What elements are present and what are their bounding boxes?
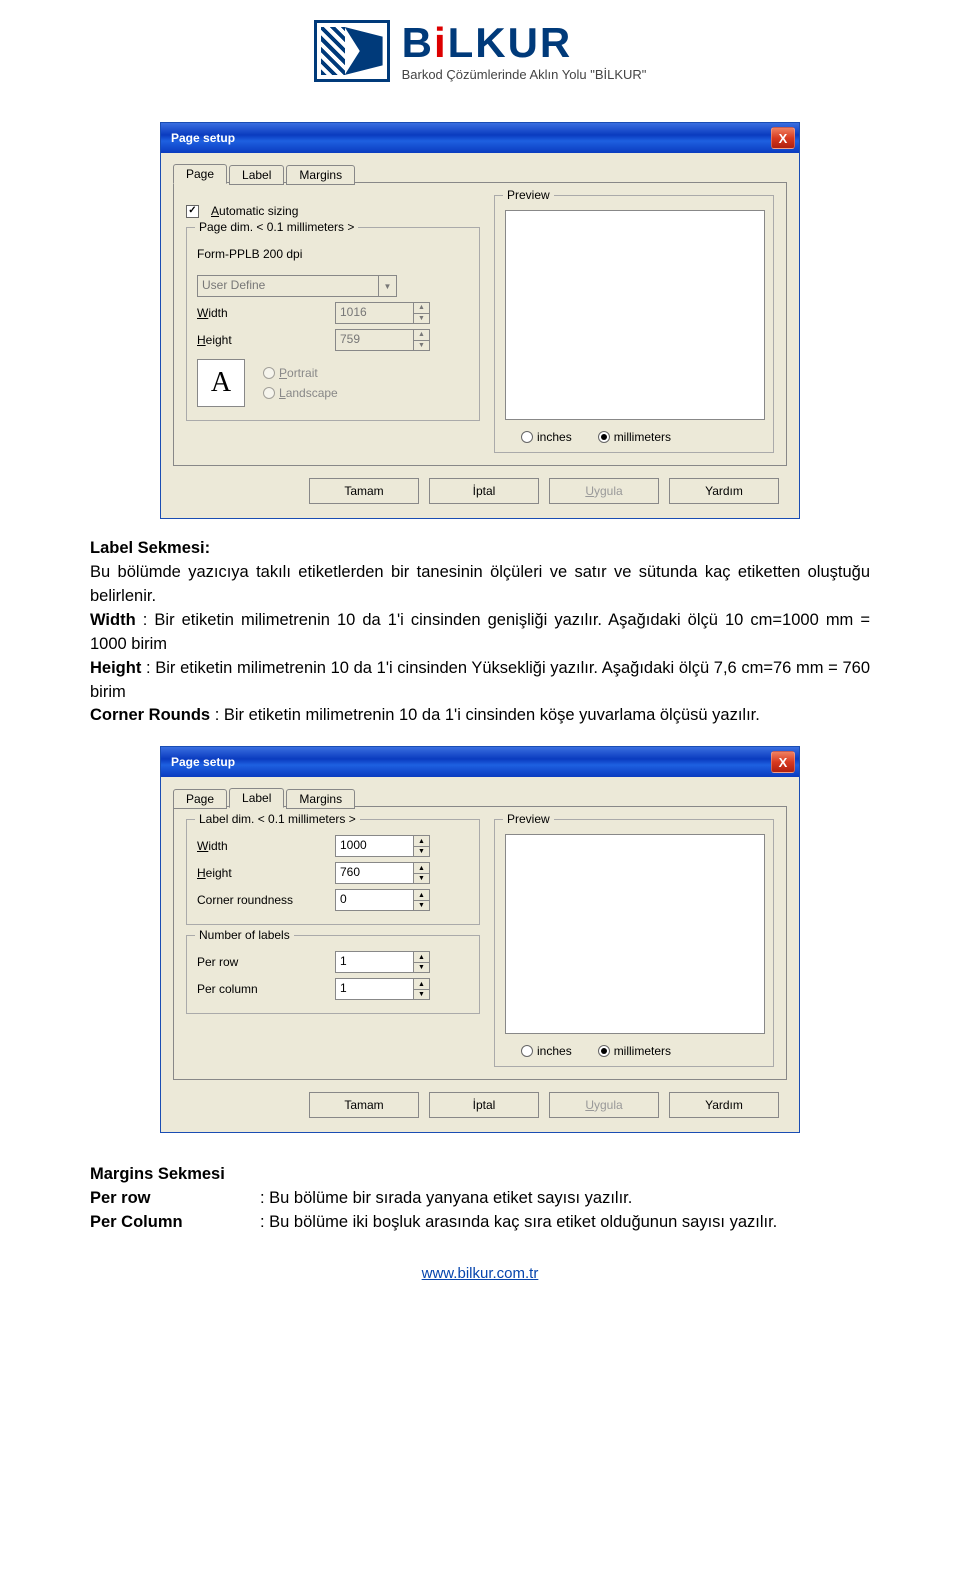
per-row-label: Per row bbox=[197, 955, 327, 969]
page-setup-dialog-label: Page setup X Page Label Margins Label di… bbox=[160, 746, 800, 1133]
cancel-button[interactable]: İptal bbox=[429, 478, 539, 504]
width-input[interactable]: 1000 ▲▼ bbox=[335, 835, 430, 857]
spinner-icon[interactable]: ▲▼ bbox=[413, 303, 429, 323]
close-icon[interactable]: X bbox=[771, 751, 795, 773]
per-column-input[interactable]: 1 ▲▼ bbox=[335, 978, 430, 1000]
portrait-radio[interactable] bbox=[263, 367, 275, 379]
tab-label[interactable]: Label bbox=[229, 165, 284, 185]
tab-margins[interactable]: Margins bbox=[286, 165, 355, 185]
tab-margins[interactable]: Margins bbox=[286, 789, 355, 809]
number-of-labels-legend: Number of labels bbox=[195, 928, 294, 942]
height-input[interactable]: 759 ▲▼ bbox=[335, 329, 430, 351]
height-input[interactable]: 760 ▲▼ bbox=[335, 862, 430, 884]
inches-radio[interactable] bbox=[521, 431, 533, 443]
inches-label: inches bbox=[537, 430, 572, 444]
help-button[interactable]: Yardım bbox=[669, 1092, 779, 1118]
millimeters-radio[interactable] bbox=[598, 1045, 610, 1057]
orientation-preview-icon: A bbox=[197, 359, 245, 407]
spinner-icon[interactable]: ▲▼ bbox=[413, 979, 429, 999]
spinner-icon[interactable]: ▲▼ bbox=[413, 836, 429, 856]
millimeters-radio[interactable] bbox=[598, 431, 610, 443]
per-row-input[interactable]: 1 ▲▼ bbox=[335, 951, 430, 973]
height-label: Height bbox=[197, 866, 327, 880]
form-label: Form-PPLB 200 dpi bbox=[197, 247, 302, 261]
landscape-label: Landscape bbox=[279, 386, 338, 400]
spinner-icon[interactable]: ▲▼ bbox=[413, 890, 429, 910]
tab-page[interactable]: Page bbox=[173, 164, 227, 184]
spinner-icon[interactable]: ▲▼ bbox=[413, 952, 429, 972]
automatic-sizing-checkbox[interactable] bbox=[186, 205, 199, 218]
automatic-sizing-label: AAutomatic sizingutomatic sizing bbox=[211, 204, 298, 218]
window-title: Page setup bbox=[171, 755, 235, 769]
label-sekmesi-text: Label Sekmesi: Bu bölümde yazıcıya takıl… bbox=[90, 537, 870, 728]
page-setup-dialog-page: Page setup X Page Label Margins AAutomat… bbox=[160, 122, 800, 519]
inches-radio[interactable] bbox=[521, 1045, 533, 1057]
corner-input[interactable]: 0 ▲▼ bbox=[335, 889, 430, 911]
margins-sekmesi-text: Margins Sekmesi Per row: Bu bölüme bir s… bbox=[90, 1163, 870, 1235]
landscape-radio[interactable] bbox=[263, 387, 275, 399]
preview-legend: Preview bbox=[503, 188, 554, 202]
cancel-button[interactable]: İptal bbox=[429, 1092, 539, 1118]
logo-subtitle: Barkod Çözümlerinde Aklın Yolu "BİLKUR" bbox=[402, 68, 647, 81]
footer-link[interactable]: www.bilkur.com.tr bbox=[90, 1265, 870, 1282]
width-input[interactable]: 1016 ▲▼ bbox=[335, 302, 430, 324]
millimeters-label: millimeters bbox=[614, 430, 671, 444]
spinner-icon[interactable]: ▲▼ bbox=[413, 330, 429, 350]
tab-label[interactable]: Label bbox=[229, 788, 284, 808]
ok-button[interactable]: Tamam bbox=[309, 1092, 419, 1118]
width-label: Width bbox=[197, 839, 327, 853]
apply-button[interactable]: Uygula bbox=[549, 478, 659, 504]
portrait-label: Portrait bbox=[279, 366, 318, 380]
height-label: Height bbox=[197, 333, 327, 347]
preview-legend: Preview bbox=[503, 812, 554, 826]
ok-button[interactable]: Tamam bbox=[309, 478, 419, 504]
tab-page[interactable]: Page bbox=[173, 789, 227, 809]
window-title: Page setup bbox=[171, 131, 235, 145]
apply-button[interactable]: Uygula bbox=[549, 1092, 659, 1118]
inches-label: inches bbox=[537, 1044, 572, 1058]
chevron-down-icon[interactable]: ▼ bbox=[378, 276, 396, 296]
per-column-label: Per column bbox=[197, 982, 327, 996]
page-dim-legend: Page dim. < 0.1 millimeters > bbox=[195, 220, 358, 234]
label-dim-legend: Label dim. < 0.1 millimeters > bbox=[195, 812, 360, 826]
width-label: Width bbox=[197, 306, 327, 320]
logo-title: BiLKUR bbox=[402, 22, 647, 64]
spinner-icon[interactable]: ▲▼ bbox=[413, 863, 429, 883]
preview-area bbox=[505, 834, 765, 1034]
close-icon[interactable]: X bbox=[771, 127, 795, 149]
titlebar[interactable]: Page setup X bbox=[161, 123, 799, 153]
preview-area bbox=[505, 210, 765, 420]
header-logo: BiLKUR Barkod Çözümlerinde Aklın Yolu "B… bbox=[90, 20, 870, 82]
user-define-dropdown[interactable]: User Define ▼ bbox=[197, 275, 397, 297]
help-button[interactable]: Yardım bbox=[669, 478, 779, 504]
millimeters-label: millimeters bbox=[614, 1044, 671, 1058]
corner-roundness-label: Corner roundness bbox=[197, 893, 327, 907]
titlebar[interactable]: Page setup X bbox=[161, 747, 799, 777]
logo-icon bbox=[314, 20, 390, 82]
